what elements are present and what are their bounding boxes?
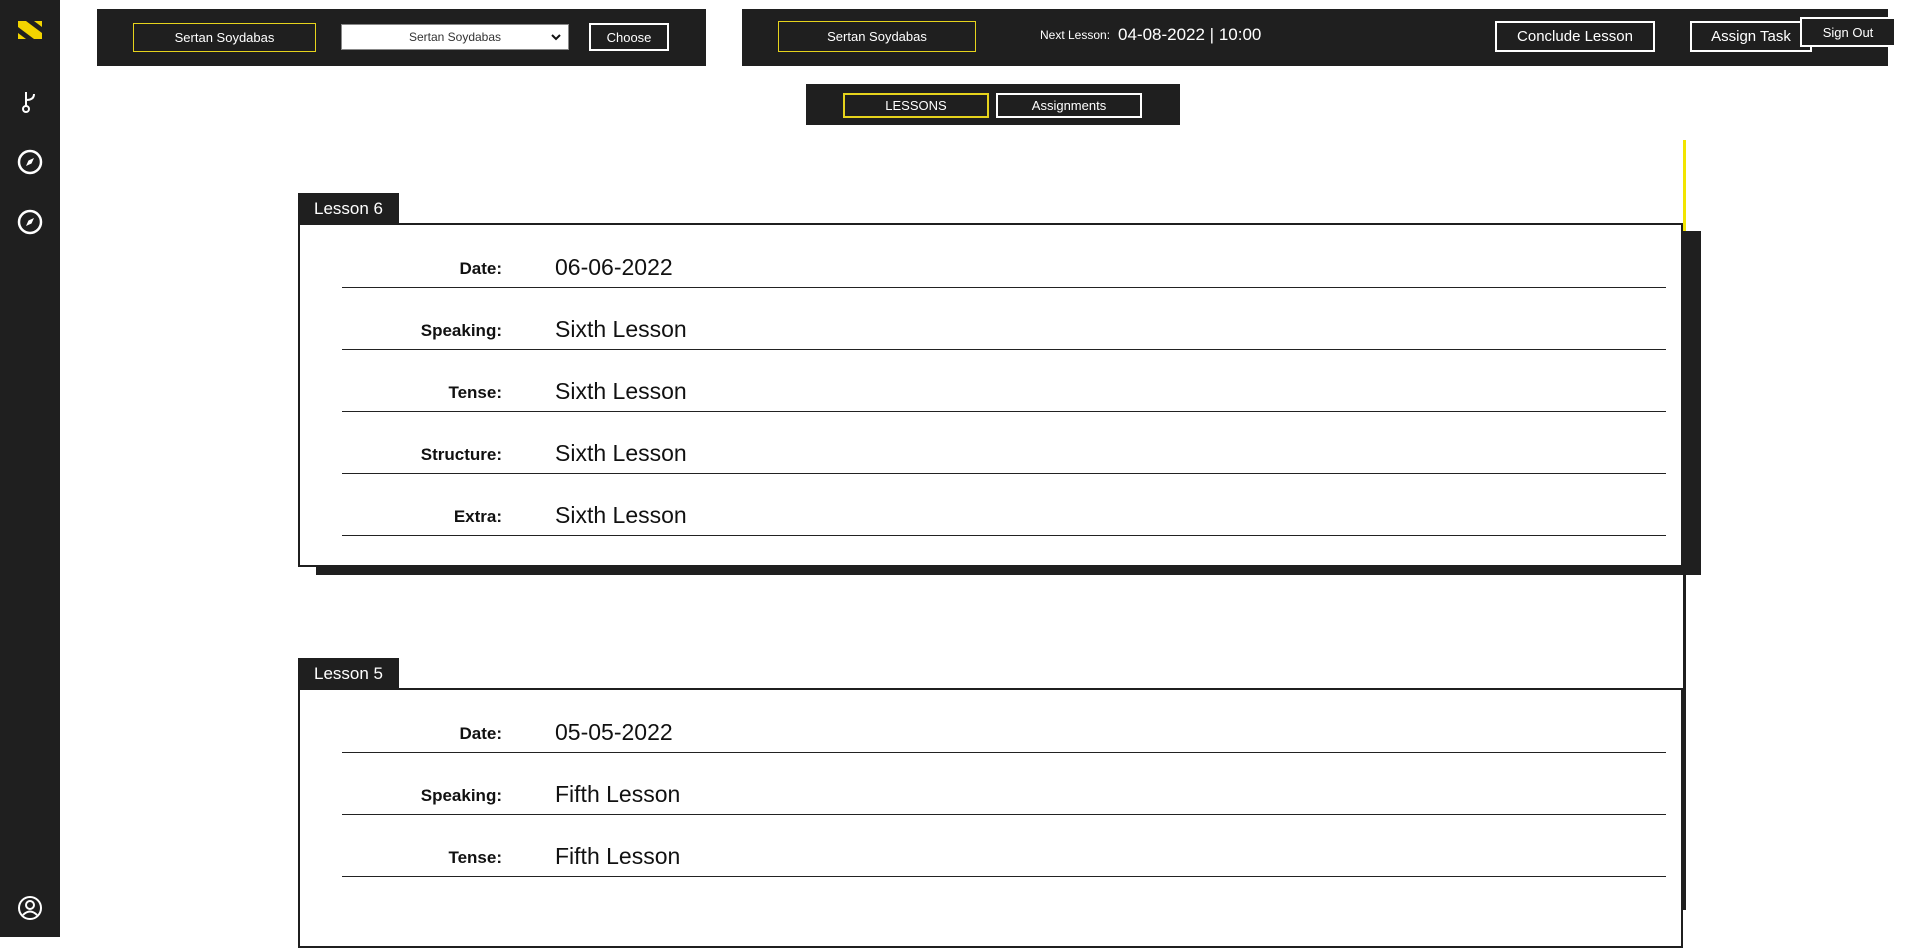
student-select-value: Sertan Soydabas [408, 30, 502, 44]
field-value: Fifth Lesson [555, 843, 681, 869]
compass-icon[interactable] [0, 142, 60, 182]
logo-icon[interactable] [0, 10, 60, 50]
branch-icon[interactable] [0, 82, 60, 122]
current-student-label: Sertan Soydabas [778, 21, 976, 52]
field-value: Sixth Lesson [555, 378, 687, 404]
sign-out-button[interactable]: Sign Out [1800, 17, 1896, 47]
lesson-title: Lesson 6 [298, 193, 399, 225]
field-label: Extra: [453, 507, 502, 526]
field-label: Speaking: [420, 321, 502, 340]
field-value: Fifth Lesson [555, 781, 681, 807]
sidebar [0, 0, 60, 937]
scrollbar-thumb[interactable] [1683, 140, 1686, 350]
field-label: Structure: [420, 445, 502, 464]
lesson-header-bar: Sertan Soydabas Conclude Lesson Assign T… [742, 9, 1888, 66]
field-value: Sixth Lesson [555, 440, 687, 466]
conclude-lesson-button[interactable]: Conclude Lesson [1495, 21, 1655, 52]
field-label: Tense: [448, 383, 502, 402]
selected-student-label: Sertan Soydabas [133, 23, 316, 52]
lesson-field-row: Speaking: Sixth Lesson [342, 287, 1666, 350]
field-value: Sixth Lesson [555, 316, 687, 342]
field-value: 05-05-2022 [555, 719, 673, 745]
next-lesson-value: 04-08-2022 | 10:00 [1118, 25, 1262, 44]
lesson-field-row: Speaking: Fifth Lesson [342, 752, 1666, 815]
lesson-field-row: Tense: Sixth Lesson [342, 349, 1666, 412]
tab-bar: LESSONS Assignments [806, 84, 1180, 125]
lesson-card: Date: 05-05-2022 Speaking: Fifth Lesson … [298, 688, 1683, 948]
choose-button[interactable]: Choose [589, 23, 669, 51]
field-label: Tense: [448, 848, 502, 867]
field-label: Date: [459, 724, 502, 743]
lesson-field-row: Date: 05-05-2022 [342, 690, 1666, 753]
assign-task-button[interactable]: Assign Task [1690, 21, 1812, 52]
user-icon[interactable] [0, 888, 60, 928]
tab-assignments[interactable]: Assignments [996, 93, 1142, 118]
tab-lessons[interactable]: LESSONS [843, 93, 989, 118]
lesson-field-row: Date: 06-06-2022 [342, 225, 1666, 288]
student-picker-bar: Sertan Soydabas Sertan Soydabas Choose [97, 9, 706, 66]
lesson-field-row: Structure: Sixth Lesson [342, 411, 1666, 474]
field-value: Sixth Lesson [555, 502, 687, 528]
chevron-down-icon [551, 34, 561, 41]
lesson-title: Lesson 5 [298, 658, 399, 690]
lesson-card: Date: 06-06-2022 Speaking: Sixth Lesson … [298, 223, 1683, 567]
lesson-field-row: Tense: Fifth Lesson [342, 814, 1666, 877]
field-label: Speaking: [420, 786, 502, 805]
next-lesson-label: Next Lesson: [1040, 28, 1111, 42]
lesson-field-row: Extra: Sixth Lesson [342, 473, 1666, 536]
field-label: Date: [459, 259, 502, 278]
field-value: 06-06-2022 [555, 254, 673, 280]
compass-icon[interactable] [0, 202, 60, 242]
student-select[interactable]: Sertan Soydabas [341, 24, 569, 50]
